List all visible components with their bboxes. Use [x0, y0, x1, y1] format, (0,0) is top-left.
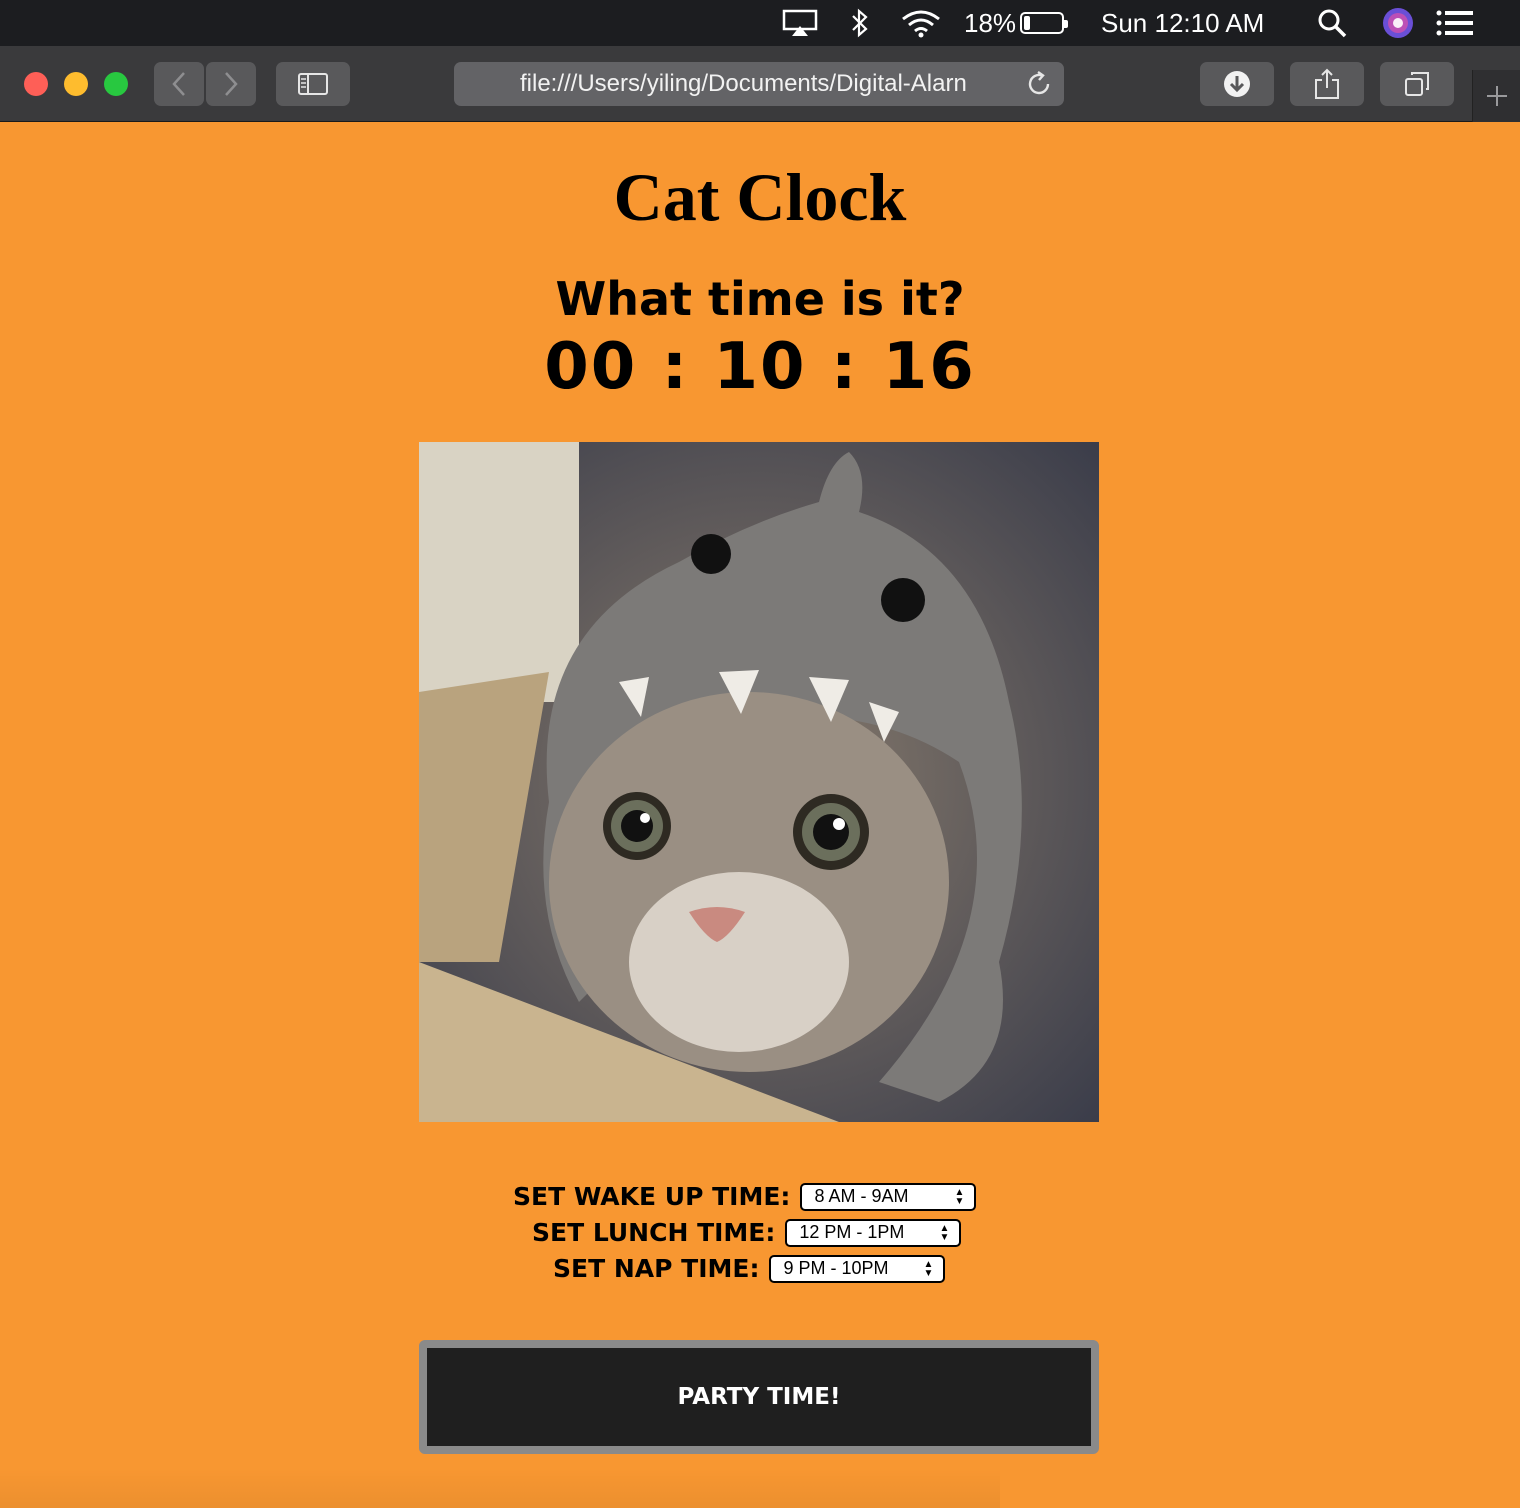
wake-time-label: SET WAKE UP TIME: — [513, 1182, 791, 1211]
airplay-icon[interactable] — [782, 0, 818, 46]
page-title: Cat Clock — [613, 159, 907, 235]
close-window-button[interactable] — [24, 72, 48, 96]
browser-toolbar: file:///Users/yiling/Documents/Digital-A… — [0, 46, 1520, 122]
url-text: file:///Users/yiling/Documents/Digital-A… — [520, 70, 967, 97]
nap-time-label: SET NAP TIME: — [553, 1254, 760, 1283]
select-arrows-icon: ▲ ▼ — [939, 1222, 950, 1243]
wake-time-row: SET WAKE UP TIME: 8 AM - 9AM ▲ ▼ — [513, 1182, 977, 1211]
wake-time-value: 8 AM - 9AM — [814, 1186, 909, 1206]
nap-time-row: SET NAP TIME: 9 PM - 10PM ▲ ▼ — [553, 1254, 946, 1283]
address-bar[interactable]: file:///Users/yiling/Documents/Digital-A… — [454, 62, 1064, 106]
digital-clock: 00 : 10 : 16 — [544, 330, 976, 404]
nap-time-value: 9 PM - 10PM — [783, 1258, 889, 1278]
spotlight-search-icon[interactable] — [1316, 0, 1348, 46]
forward-button[interactable] — [206, 62, 256, 106]
sidebar-toggle-button[interactable] — [276, 62, 350, 106]
tab-overview-button[interactable] — [1380, 62, 1454, 106]
siri-icon[interactable] — [1382, 0, 1414, 46]
back-button[interactable] — [154, 62, 204, 106]
lunch-time-select[interactable]: 12 PM - 1PM ▲ ▼ — [785, 1218, 962, 1247]
page-content: Cat Clock What time is it? 00 : 10 : 16 — [0, 122, 1520, 1508]
sidebar-icon — [298, 73, 328, 95]
download-icon — [1224, 71, 1250, 97]
cat-image — [419, 442, 1099, 1122]
lunch-time-row: SET LUNCH TIME: 12 PM - 1PM ▲ ▼ — [532, 1218, 962, 1247]
party-time-button[interactable]: PARTY TIME! — [419, 1340, 1099, 1454]
share-icon — [1315, 68, 1339, 99]
chevron-left-icon — [172, 72, 185, 96]
wake-time-select[interactable]: 8 AM - 9AM ▲ ▼ — [800, 1182, 977, 1211]
clock-question: What time is it? — [555, 272, 965, 326]
plus-icon — [1486, 86, 1507, 106]
reload-icon[interactable] — [1024, 69, 1054, 106]
select-arrows-icon: ▲ ▼ — [954, 1186, 965, 1207]
menu-bar: 18% Sun 12:10 AM — [0, 0, 1520, 46]
lunch-time-value: 12 PM - 1PM — [799, 1222, 905, 1242]
zoom-window-button[interactable] — [104, 72, 128, 96]
chevron-right-icon — [225, 72, 238, 96]
battery-percent: 18% — [964, 7, 1017, 38]
bluetooth-icon[interactable] — [850, 0, 870, 46]
nap-time-select[interactable]: 9 PM - 10PM ▲ ▼ — [769, 1254, 946, 1283]
share-button[interactable] — [1290, 62, 1364, 106]
menu-clock[interactable]: Sun 12:10 AM — [1101, 0, 1264, 46]
page-shadow — [0, 1468, 1000, 1508]
minimize-window-button[interactable] — [64, 72, 88, 96]
battery-icon[interactable] — [1020, 0, 1068, 46]
downloads-button[interactable] — [1200, 62, 1274, 106]
lunch-time-label: SET LUNCH TIME: — [532, 1218, 776, 1247]
tabs-icon — [1405, 72, 1429, 96]
notification-center-icon[interactable] — [1436, 0, 1474, 46]
new-tab-button[interactable] — [1472, 70, 1520, 122]
wifi-icon[interactable] — [900, 0, 942, 46]
select-arrows-icon: ▲ ▼ — [923, 1258, 934, 1279]
